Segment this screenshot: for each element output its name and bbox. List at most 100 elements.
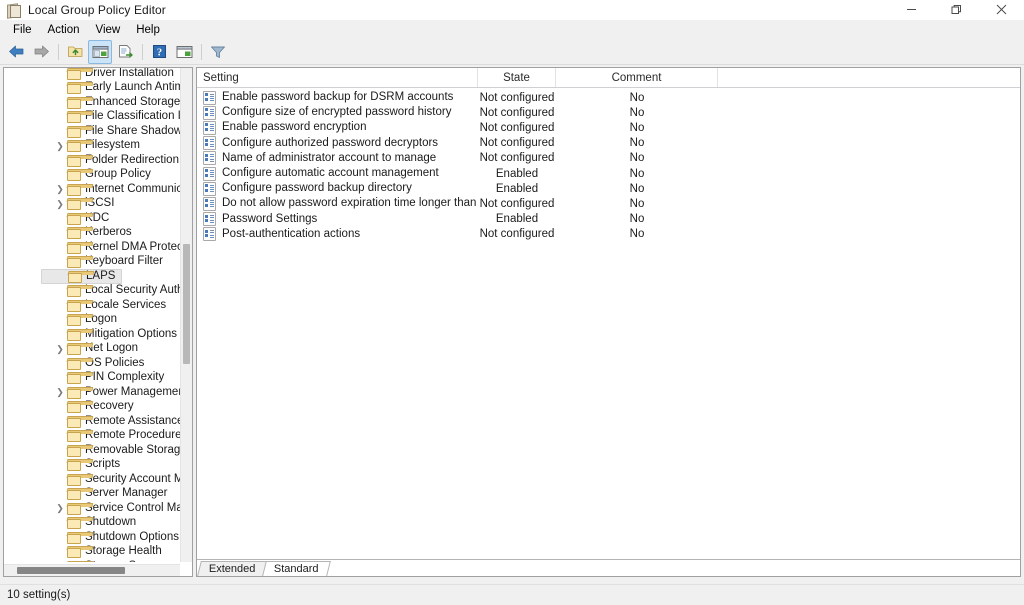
- settings-row[interactable]: Enable password encryptionNot configured…: [197, 120, 1020, 135]
- settings-list-body[interactable]: Enable password backup for DSRM accounts…: [197, 88, 1020, 559]
- tree-item[interactable]: ❯Service Control Manag: [4, 501, 180, 516]
- tree-item[interactable]: ❯Internet Communicatio: [4, 182, 180, 197]
- tree-item[interactable]: Shutdown: [4, 516, 180, 531]
- tab-extended[interactable]: Extended: [197, 561, 267, 576]
- tree-item[interactable]: Enhanced Storage Acc: [4, 95, 180, 110]
- minimize-button[interactable]: [889, 0, 934, 19]
- chevron-right-icon[interactable]: ❯: [55, 141, 65, 151]
- tree-item-content: Server Manager: [54, 487, 167, 500]
- tree-item[interactable]: ❯Filesystem: [4, 139, 180, 154]
- tree-item[interactable]: Server Manager: [4, 487, 180, 502]
- console-tree-viewport[interactable]: Driver InstallationEarly Launch Antimalw…: [4, 68, 180, 562]
- column-header-setting[interactable]: Setting: [197, 68, 478, 87]
- chevron-right-icon[interactable]: ❯: [55, 199, 65, 209]
- tree-item[interactable]: Logon: [4, 313, 180, 328]
- tree-horizontal-scrollbar-thumb[interactable]: [17, 567, 125, 574]
- tree-item[interactable]: ❯Power Management: [4, 385, 180, 400]
- tree-item[interactable]: Remote Procedure Call: [4, 429, 180, 444]
- tree-item[interactable]: Remote Assistance: [4, 414, 180, 429]
- tree-item-content: Net Logon: [54, 342, 138, 355]
- up-one-level-icon[interactable]: [63, 40, 87, 64]
- settings-row[interactable]: Configure automatic account managementEn…: [197, 166, 1020, 181]
- close-button[interactable]: [979, 0, 1024, 19]
- menu-item-file[interactable]: File: [5, 21, 40, 39]
- settings-row-setting-cell: Configure size of encrypted password his…: [197, 106, 478, 120]
- tree-item-content: Filesystem: [54, 139, 140, 152]
- tree-item[interactable]: Driver Installation: [4, 68, 180, 81]
- forward-arrow-icon[interactable]: [29, 40, 53, 64]
- tab-extended-label: Extended: [209, 563, 255, 575]
- tree-item[interactable]: ❯Net Logon: [4, 342, 180, 357]
- folder-icon: [67, 184, 80, 195]
- help-icon[interactable]: ?: [147, 40, 171, 64]
- tree-item-label: Keyboard Filter: [85, 255, 163, 268]
- tree-item-label: Enhanced Storage Acc: [85, 96, 180, 109]
- tree-item[interactable]: Local Security Authority: [4, 284, 180, 299]
- tree-item[interactable]: Removable Storage Ac: [4, 443, 180, 458]
- tree-item[interactable]: Group Policy: [4, 168, 180, 183]
- settings-row-setting-cell: Configure authorized password decryptors: [197, 136, 478, 150]
- column-header-comment[interactable]: Comment: [556, 68, 718, 87]
- settings-row[interactable]: Do not allow password expiration time lo…: [197, 196, 1020, 211]
- tree-item[interactable]: Recovery: [4, 400, 180, 415]
- settings-row[interactable]: Configure size of encrypted password his…: [197, 105, 1020, 120]
- tab-standard[interactable]: Standard: [263, 561, 331, 576]
- policy-setting-icon: [203, 136, 216, 150]
- folder-icon: [67, 343, 80, 354]
- settings-row-state: Not configured: [478, 122, 556, 134]
- tree-item[interactable]: KDC: [4, 211, 180, 226]
- tree-item[interactable]: File Share Shadow Cop: [4, 124, 180, 139]
- menu-item-view[interactable]: View: [88, 21, 129, 39]
- tree-item[interactable]: PIN Complexity: [4, 371, 180, 386]
- tree-item-label: Server Manager: [85, 487, 167, 500]
- tree-item-content: Internet Communicatio: [54, 183, 180, 196]
- tree-item[interactable]: LAPS: [4, 269, 180, 284]
- tree-vertical-scrollbar-thumb[interactable]: [183, 244, 190, 364]
- tree-item[interactable]: Security Account Mana: [4, 472, 180, 487]
- export-list-icon[interactable]: [113, 40, 137, 64]
- settings-row[interactable]: Enable password backup for DSRM accounts…: [197, 90, 1020, 105]
- tree-horizontal-scrollbar[interactable]: [4, 564, 180, 576]
- settings-row-state: Enabled: [478, 213, 556, 225]
- column-header-state[interactable]: State: [478, 68, 556, 87]
- toolbar-separator: [58, 44, 59, 60]
- settings-row-setting-label: Password Settings: [222, 213, 317, 226]
- settings-list-pane: Setting State Comment Enable password ba…: [196, 67, 1021, 577]
- settings-row[interactable]: Configure password backup directoryEnabl…: [197, 181, 1020, 196]
- tree-item[interactable]: Mitigation Options: [4, 327, 180, 342]
- policy-setting-icon: [203, 167, 216, 181]
- back-arrow-icon[interactable]: [4, 40, 28, 64]
- policy-setting-icon: [203, 121, 216, 135]
- tree-item[interactable]: Storage Health: [4, 545, 180, 560]
- menu-item-help[interactable]: Help: [128, 21, 168, 39]
- tree-item[interactable]: Folder Redirection: [4, 153, 180, 168]
- properties-icon[interactable]: [172, 40, 196, 64]
- tree-item[interactable]: Kernel DMA Protection: [4, 240, 180, 255]
- tree-item[interactable]: OS Policies: [4, 356, 180, 371]
- tree-item-content: KDC: [54, 212, 109, 225]
- menu-item-action[interactable]: Action: [40, 21, 88, 39]
- tree-item[interactable]: Keyboard Filter: [4, 255, 180, 270]
- show-hide-console-tree-icon[interactable]: [88, 40, 112, 64]
- tree-item[interactable]: Kerberos: [4, 226, 180, 241]
- chevron-right-icon[interactable]: ❯: [55, 387, 65, 397]
- chevron-right-icon[interactable]: ❯: [55, 344, 65, 354]
- chevron-right-icon[interactable]: ❯: [55, 503, 65, 513]
- tree-vertical-scrollbar[interactable]: [180, 68, 192, 562]
- tree-item[interactable]: Scripts: [4, 458, 180, 473]
- chevron-right-icon[interactable]: ❯: [55, 184, 65, 194]
- tree-item[interactable]: Shutdown Options: [4, 530, 180, 545]
- settings-row[interactable]: Configure authorized password decryptors…: [197, 136, 1020, 151]
- toolbar: ?: [0, 39, 1024, 65]
- tree-item[interactable]: Early Launch Antimalw: [4, 81, 180, 96]
- tree-item[interactable]: ❯iSCSI: [4, 197, 180, 212]
- folder-icon: [67, 387, 80, 398]
- tree-item[interactable]: Storage Sense: [4, 559, 180, 562]
- tree-item[interactable]: Locale Services: [4, 298, 180, 313]
- settings-row[interactable]: Name of administrator account to manageN…: [197, 151, 1020, 166]
- filter-icon[interactable]: [206, 40, 230, 64]
- settings-row[interactable]: Password SettingsEnabledNo: [197, 212, 1020, 227]
- restore-button[interactable]: [934, 0, 979, 19]
- tree-item[interactable]: File Classification Infra: [4, 110, 180, 125]
- settings-row[interactable]: Post-authentication actionsNot configure…: [197, 227, 1020, 242]
